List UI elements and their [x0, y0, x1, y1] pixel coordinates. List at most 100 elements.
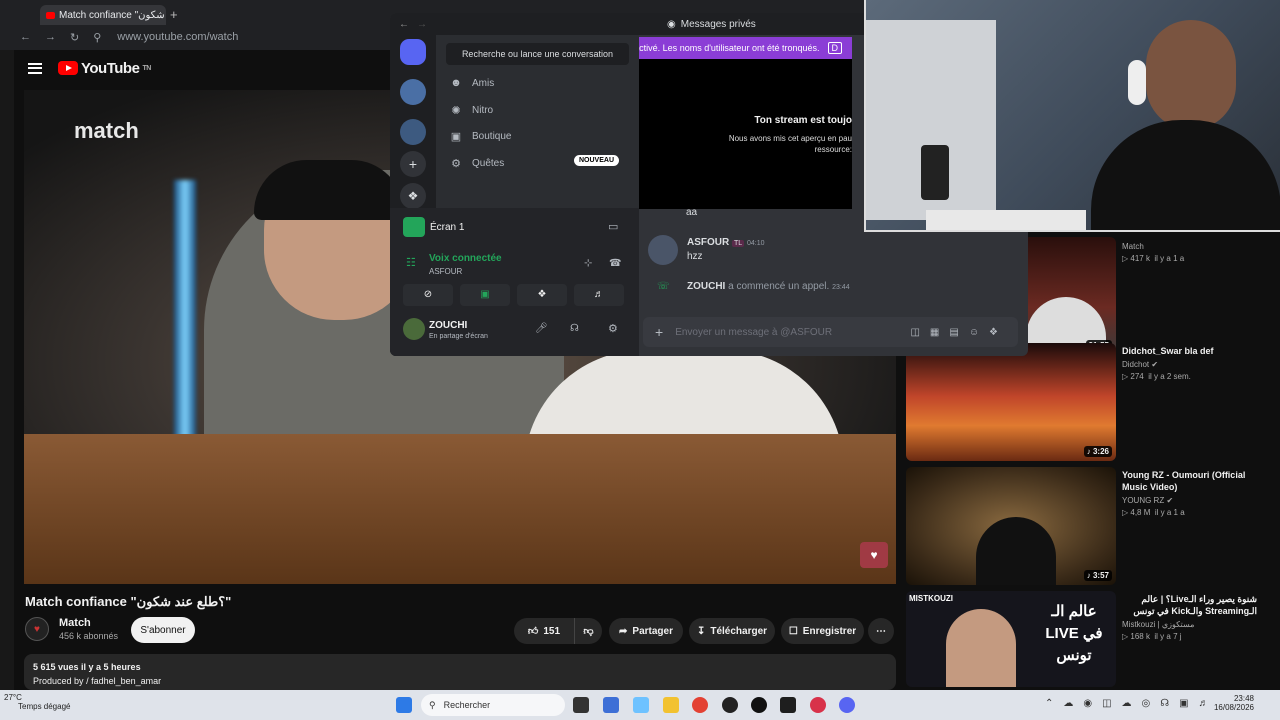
youtube-logo[interactable]: YouTube TN — [58, 60, 151, 77]
attach-plus-icon[interactable]: + — [655, 324, 663, 340]
recommendation-channel: Didchot ✔ — [1122, 360, 1159, 369]
like-button[interactable]: 👍︎ 151 — [514, 618, 574, 644]
produced-handle[interactable]: / fadhel_ben_amar — [86, 676, 161, 686]
forward-arrow-icon[interactable]: → — [417, 19, 427, 30]
discord-icon[interactable] — [839, 697, 855, 713]
message-header: ASFOUR TL 04:10 — [687, 237, 765, 248]
app-icon[interactable] — [751, 697, 767, 713]
back-arrow-icon[interactable]: ← — [20, 31, 31, 43]
browser-tab[interactable]: Match confiance "؟طلع عند شكون" — [40, 5, 166, 25]
message-composer[interactable]: + Envoyer un message à @ASFOUR ◫▦▤☺❖ — [643, 317, 1018, 347]
clock-date: 16/08/2026 — [1213, 703, 1254, 712]
verified-icon: ✔ — [1166, 496, 1174, 505]
opera-icon[interactable] — [810, 697, 826, 713]
webcam-phone — [921, 145, 949, 200]
download-icon: ↧ — [696, 625, 706, 637]
system-tray-icons[interactable]: ⌃☁◉◫☁◎☊▣♬ — [1045, 698, 1219, 709]
address-bar[interactable]: ← → ↻ ⚲ www.youtube.com/watch — [20, 28, 238, 46]
taskbar-search[interactable]: ⚲ Rechercher — [421, 694, 565, 716]
explore-icon[interactable]: ❖ — [400, 183, 426, 209]
reload-icon[interactable]: ↻ — [70, 31, 79, 44]
channel-watermark-icon[interactable]: ♥ — [860, 542, 888, 568]
terminal-icon[interactable] — [780, 697, 796, 713]
add-server-icon[interactable]: + — [400, 151, 426, 177]
share-label: Partager — [632, 625, 673, 637]
video-duration: ♪ 3:26 — [1083, 446, 1112, 457]
youtube-logo-text: YouTube — [81, 59, 140, 77]
user-tag: TL — [732, 240, 745, 247]
save-button[interactable]: ☐ Enregistrer — [781, 618, 864, 644]
thumb-person-shape — [946, 609, 1016, 687]
discord-home-icon[interactable] — [400, 39, 426, 65]
signal-icon: ☷ — [406, 257, 416, 269]
channel-avatar[interactable]: ♥ — [25, 617, 49, 641]
new-badge: NOUVEAU — [574, 155, 620, 166]
webcam-keyboard — [926, 210, 1086, 230]
file-explorer-icon[interactable] — [663, 697, 679, 713]
noise-suppression-icon[interactable]: ⊹ — [584, 258, 592, 269]
soundboard-button[interactable]: ♬ — [574, 284, 624, 306]
activities-button[interactable]: ❖ — [517, 284, 567, 306]
recommendation-stats: ▷ 417 k il y a 1 a — [1122, 254, 1185, 263]
dm-search-input[interactable]: Recherche ou lance une conversation — [446, 43, 629, 65]
share-screen-button[interactable]: ▣ — [460, 284, 510, 306]
forward-arrow-icon[interactable]: → — [45, 31, 56, 43]
dm-avatar[interactable] — [400, 79, 426, 105]
recommendation-stats: ▷ 274 il y a 2 sem. — [1122, 372, 1191, 381]
recommendation-thumbnail[interactable]: ♪ 3:57 — [906, 467, 1116, 585]
video-table — [24, 434, 896, 584]
composer-tools-icons[interactable]: ◫▦▤☺❖ — [910, 327, 1008, 338]
new-tab-button[interactable]: + — [170, 7, 178, 22]
nav-shop[interactable]: ▣ Boutique — [450, 130, 512, 143]
url-text[interactable]: www.youtube.com/watch — [117, 31, 238, 43]
nav-nitro[interactable]: ✺ Nitro — [450, 104, 493, 117]
stream-desc: Nous avons mis cet aperçu en pau ressour… — [728, 134, 852, 154]
nav-friends[interactable]: ☻ Amis — [450, 77, 494, 89]
recommendation-thumbnail[interactable]: MISTKOUZI عالم الـ LIVE في تونس — [906, 591, 1116, 687]
task-view-icon[interactable] — [573, 697, 589, 713]
weather-widget[interactable]: 27°C Temps dégagé — [4, 693, 70, 711]
user-avatar[interactable] — [648, 235, 678, 265]
composer-placeholder[interactable]: Envoyer un message à @ASFOUR — [675, 327, 832, 338]
back-arrow-icon[interactable]: ← — [399, 19, 409, 30]
app-icon[interactable] — [722, 697, 738, 713]
user-avatar[interactable] — [403, 318, 425, 340]
popout-icon[interactable]: ▭ — [608, 220, 618, 233]
save-label: Enregistrer — [802, 625, 857, 637]
headset-icon[interactable]: ☊ — [570, 323, 579, 334]
disconnect-icon[interactable]: ☎ — [609, 258, 621, 269]
voice-server: ASFOUR — [429, 267, 463, 276]
voice-status[interactable]: Voix connectée — [429, 253, 502, 264]
download-button[interactable]: ↧ Télécharger — [689, 618, 775, 644]
menu-icon[interactable] — [28, 62, 42, 74]
recommendation-title: Didchot_Swar bla def — [1122, 346, 1214, 356]
channel-name[interactable]: Match — [59, 617, 118, 629]
youtube-region: TN — [142, 64, 151, 72]
search-icon: ⚲ — [429, 699, 436, 710]
subscribe-button[interactable]: S'abonner — [131, 617, 195, 643]
streamer-banner-button[interactable]: D — [827, 42, 842, 54]
share-button[interactable]: ➦ Partager — [609, 618, 683, 644]
tab-title: Match confiance "؟طلع عند شكون" — [59, 9, 166, 21]
store-icon[interactable] — [603, 697, 619, 713]
clock[interactable]: 23:48 16/08/2026 — [1208, 694, 1254, 712]
copilot-icon[interactable] — [633, 697, 649, 713]
dislike-button[interactable]: 👎︎ — [574, 618, 602, 644]
download-label: Télécharger — [710, 625, 768, 637]
video-title: Match confiance "؟طلع عند شكون" — [25, 594, 232, 609]
more-actions-button[interactable]: ⋯ — [868, 618, 894, 644]
youtube-header: YouTube TN — [28, 56, 151, 80]
video-description[interactable]: 5 615 vues il y a 5 heures Produced by /… — [24, 654, 896, 690]
windows-start-icon[interactable] — [396, 697, 412, 713]
microphone-icon[interactable]: 🎤︎ — [535, 323, 548, 334]
recommendation-thumbnail[interactable]: ♪ 3:26 — [906, 343, 1116, 461]
dm-avatar[interactable] — [400, 119, 426, 145]
nav-quests[interactable]: ⚙ Quêtes — [450, 157, 504, 170]
chrome-icon[interactable] — [692, 697, 708, 713]
video-duration: ♪ 3:57 — [1083, 570, 1112, 581]
settings-gear-icon[interactable]: ⚙ — [608, 322, 618, 335]
webcam-person-head — [1146, 20, 1236, 130]
youtube-play-icon — [58, 61, 78, 75]
screen-label: Écran 1 — [430, 222, 465, 233]
camera-off-button[interactable]: ⊘ — [403, 284, 453, 306]
